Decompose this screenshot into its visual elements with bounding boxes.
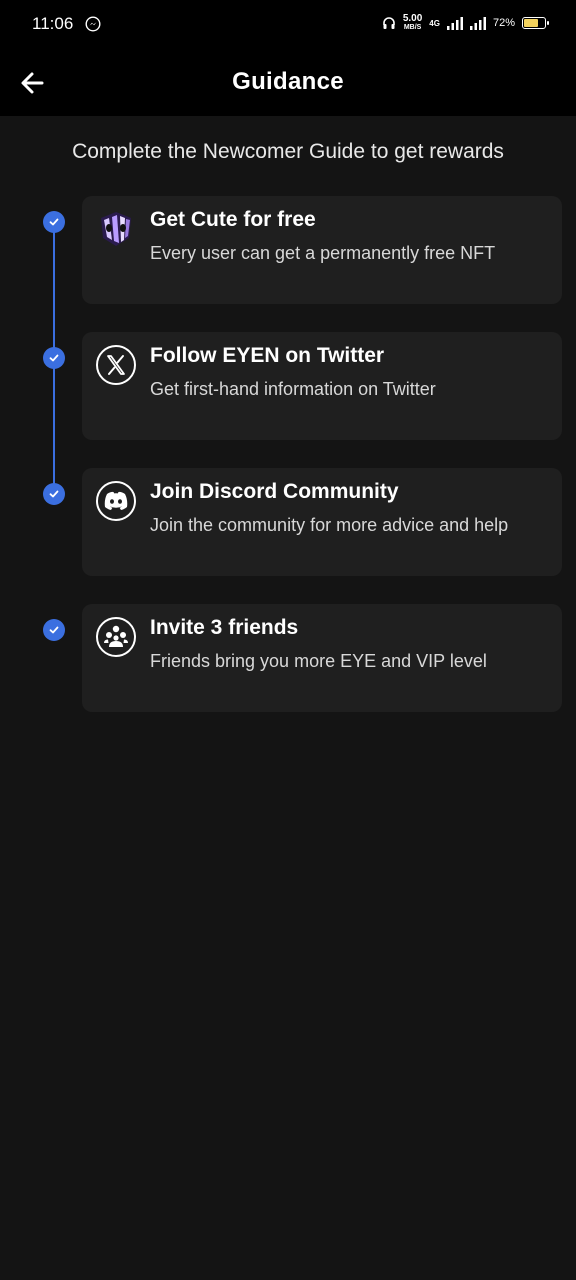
network-speed: 5.00 MB/S xyxy=(403,14,422,32)
task-card-follow-twitter[interactable]: Follow EYEN on Twitter Get first-hand in… xyxy=(82,332,562,440)
header: Guidance xyxy=(0,50,576,116)
network-speed-unit: MB/S xyxy=(403,24,422,31)
x-twitter-icon xyxy=(95,344,137,386)
signal-icon-2 xyxy=(469,16,486,30)
step-invite-friends: Invite 3 friends Friends bring you more … xyxy=(0,604,576,712)
guide-subtitle: Complete the Newcomer Guide to get rewar… xyxy=(72,140,504,163)
friends-icon xyxy=(95,616,137,658)
task-title: Follow EYEN on Twitter xyxy=(150,344,385,367)
battery-icon xyxy=(522,17,549,29)
step-get-cute: Get Cute for free Every user can get a p… xyxy=(0,196,576,304)
step-follow-twitter: Follow EYEN on Twitter Get first-hand in… xyxy=(0,332,576,440)
status-bar: 11:06 5.00 MB/S 4G 72% xyxy=(0,0,576,50)
check-icon xyxy=(43,619,65,641)
nft-icon xyxy=(95,208,137,250)
check-icon xyxy=(43,211,65,233)
messenger-icon xyxy=(85,16,101,32)
task-card-invite-friends[interactable]: Invite 3 friends Friends bring you more … xyxy=(82,604,562,712)
check-icon xyxy=(43,483,65,505)
task-title: Get Cute for free xyxy=(150,208,316,231)
task-description: Every user can get a permanently free NF… xyxy=(150,243,496,263)
status-time: 11:06 xyxy=(32,14,74,33)
task-title: Join Discord Community xyxy=(150,480,399,503)
check-icon xyxy=(43,347,65,369)
task-title: Invite 3 friends xyxy=(150,616,299,639)
page-title: Guidance xyxy=(232,68,344,95)
status-icons: 5.00 MB/S 4G 72% xyxy=(382,14,549,32)
discord-icon xyxy=(95,480,137,522)
headphones-icon xyxy=(383,17,395,29)
task-card-get-cute[interactable]: Get Cute for free Every user can get a p… xyxy=(82,196,562,304)
signal-icon xyxy=(446,16,463,30)
task-description: Friends bring you more EYE and VIP level xyxy=(150,651,487,671)
battery-percent: 72% xyxy=(492,17,515,29)
network-type: 4G xyxy=(429,18,440,28)
task-description: Join the community for more advice and h… xyxy=(150,515,509,535)
task-description: Get first-hand information on Twitter xyxy=(150,379,436,399)
step-join-discord: Join Discord Community Join the communit… xyxy=(0,468,576,576)
network-speed-value: 5.00 xyxy=(402,13,423,24)
battery-fill xyxy=(524,19,538,27)
task-card-join-discord[interactable]: Join Discord Community Join the communit… xyxy=(82,468,562,576)
